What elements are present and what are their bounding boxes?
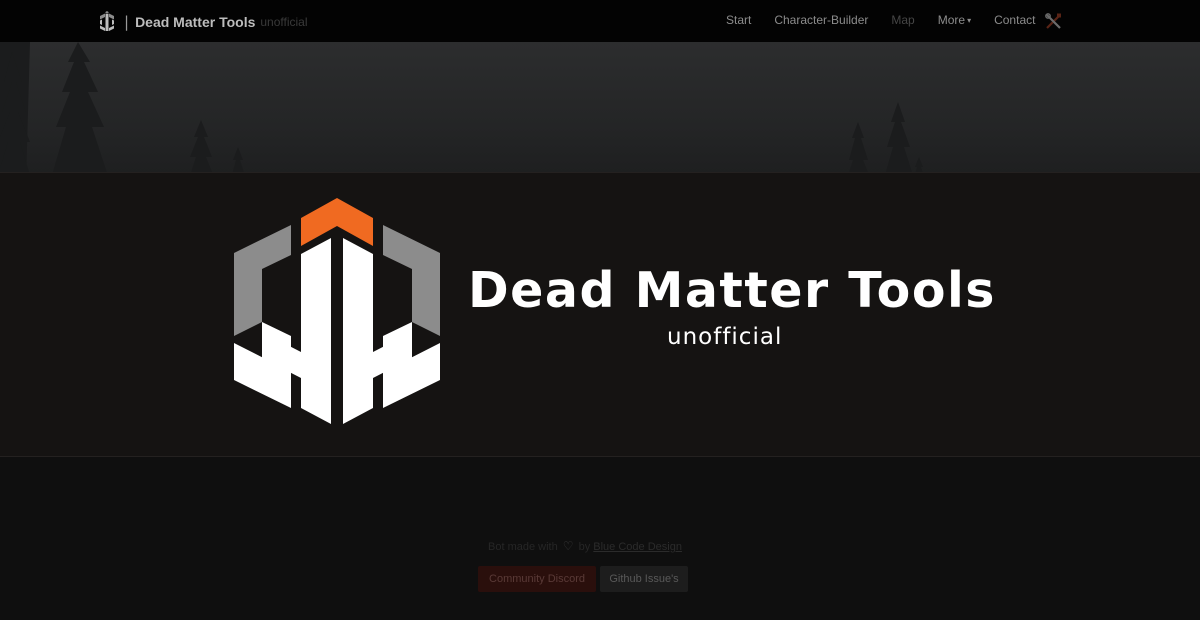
nav-link-contact[interactable]: Contact	[994, 13, 1035, 27]
splash-title: Dead Matter Tools	[468, 262, 996, 319]
heart-icon: ♡	[562, 539, 574, 553]
nav-dropdown-more[interactable]: More ▾	[938, 13, 971, 27]
chevron-down-icon: ▾	[967, 16, 972, 25]
community-discord-button[interactable]: Community Discord	[478, 566, 596, 592]
nav-link-map[interactable]: Map	[891, 13, 914, 27]
brand[interactable]: | Dead Matter Tools unofficial	[96, 10, 308, 34]
made-with-prefix: Bot made with	[488, 541, 558, 553]
nav-link-character-builder[interactable]: Character-Builder	[774, 13, 868, 27]
nav-more-label: More	[937, 13, 966, 27]
made-with-credit: Bot made with ♡ by Blue Code Design	[488, 539, 682, 553]
page: | Dead Matter Tools unofficial Start Cha…	[0, 0, 1200, 620]
author-link[interactable]: Blue Code Design	[593, 541, 682, 553]
navbar: | Dead Matter Tools unofficial Start Cha…	[0, 0, 1200, 42]
brand-title: Dead Matter Tools	[135, 14, 256, 30]
nav-links: Start Character-Builder Map More ▾ Contac…	[726, 13, 1058, 27]
dmt-logo-icon	[234, 198, 440, 424]
nav-link-start[interactable]: Start	[726, 13, 751, 27]
dmt-logo-icon	[100, 11, 114, 31]
brand-subtitle: unofficial	[260, 15, 308, 29]
splash-overlay: Dead Matter Tools unofficial	[0, 172, 1200, 457]
forest-silhouette	[0, 42, 926, 182]
tools-icon[interactable]	[1045, 13, 1062, 30]
splash-subtitle: unofficial	[667, 324, 783, 350]
made-with-by: by	[578, 541, 591, 553]
github-issues-button[interactable]: Github Issue's	[600, 566, 688, 592]
brand-separator: |	[124, 13, 130, 31]
